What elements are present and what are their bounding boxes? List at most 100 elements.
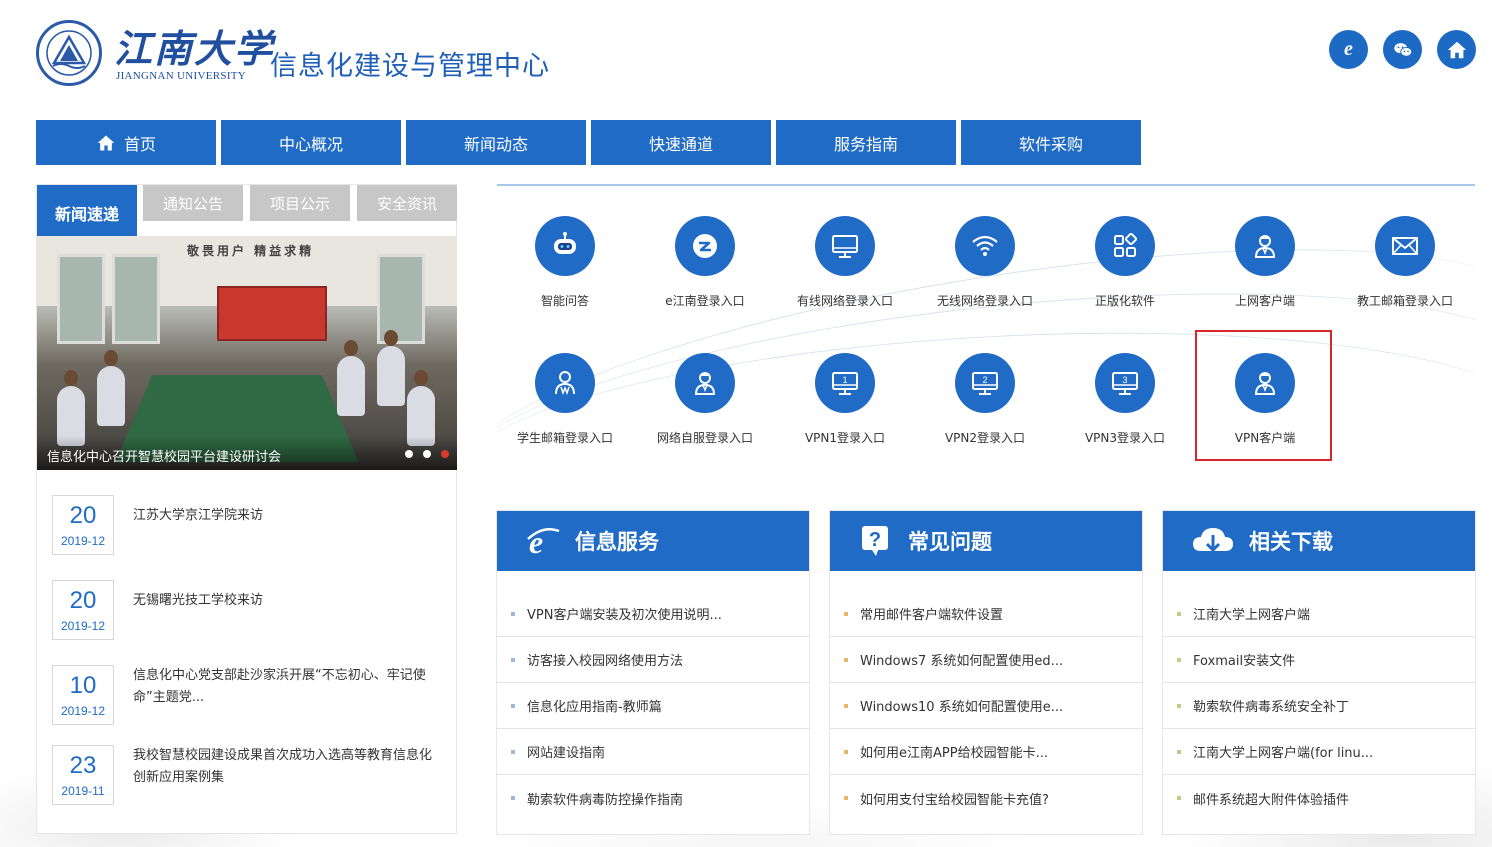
news-title[interactable]: 信息化中心党支部赴沙家浜开展“不忘初心、牢记使命”主题党... bbox=[133, 665, 433, 709]
list-item[interactable]: 常用邮件客户端软件设置 bbox=[830, 591, 1142, 637]
service-label: 网络自服登录入口 bbox=[656, 431, 753, 445]
date-year-month: 2019-12 bbox=[60, 534, 106, 548]
service-vpn3-login[interactable]: 3 VPN3登录入口 bbox=[1055, 353, 1195, 463]
service-e-jiangnan-login[interactable]: e江南登录入口 bbox=[635, 216, 775, 326]
mail-icon bbox=[1375, 216, 1435, 276]
service-label: 上网客户端 bbox=[1234, 294, 1295, 308]
monitor-icon bbox=[815, 216, 875, 276]
list-item[interactable]: 20 2019-12 无锡曙光技工学校来访 bbox=[52, 580, 447, 665]
list-item[interactable]: 江南大学上网客户端(for linu... bbox=[1163, 729, 1475, 775]
slide-dot-active[interactable] bbox=[441, 450, 449, 458]
news-title[interactable]: 无锡曙光技工学校来访 bbox=[133, 590, 433, 612]
slide-dot[interactable] bbox=[405, 450, 413, 458]
card-header[interactable]: 相关下载 bbox=[1163, 511, 1475, 571]
service-label: 正版化软件 bbox=[1094, 294, 1155, 308]
bullet bbox=[844, 703, 848, 708]
main-nav: 首页 中心概况 新闻动态 快速通道 服务指南 软件采购 bbox=[36, 120, 1141, 165]
list-item[interactable]: 网站建设指南 bbox=[497, 729, 809, 775]
list-item[interactable]: Windows7 系统如何配置使用ed... bbox=[830, 637, 1142, 683]
list-item[interactable]: 10 2019-12 信息化中心党支部赴沙家浜开展“不忘初心、牢记使命”主题党.… bbox=[52, 665, 447, 750]
list-item[interactable]: 访客接入校园网络使用方法 bbox=[497, 637, 809, 683]
monitor-3-icon: 3 bbox=[1095, 353, 1155, 413]
service-internet-client[interactable]: 上网客户端 bbox=[1195, 216, 1335, 326]
bullet bbox=[1177, 703, 1181, 708]
nav-item-overview[interactable]: 中心概况 bbox=[221, 120, 401, 165]
bullet bbox=[511, 657, 515, 662]
news-panel: 新闻速递 通知公告 项目公示 安全资讯 敬畏用户 精益求精 信息化中心召开智慧校… bbox=[36, 184, 457, 834]
list-item[interactable]: 勒索软件病毒系统安全补丁 bbox=[1163, 683, 1475, 729]
card-faq: ? 常见问题 常用邮件客户端软件设置 Windows7 系统如何配置使用ed..… bbox=[829, 510, 1143, 835]
list-item[interactable]: 如何用支付宝给校园智能卡充值? bbox=[830, 775, 1142, 821]
list-item[interactable]: 20 2019-12 江苏大学京江学院来访 bbox=[52, 495, 447, 580]
wechat-icon[interactable] bbox=[1383, 30, 1422, 69]
list-item[interactable]: 如何用e江南APP给校园智能卡... bbox=[830, 729, 1142, 775]
list-item-text: 邮件系统超大附件体验插件 bbox=[1193, 792, 1350, 808]
news-tabs: 新闻速递 通知公告 项目公示 安全资讯 bbox=[37, 185, 458, 237]
nav-item-quick-access[interactable]: 快速通道 bbox=[591, 120, 771, 165]
service-licensed-software[interactable]: 正版化软件 bbox=[1055, 216, 1195, 326]
service-wireless-network-login[interactable]: 无线网络登录入口 bbox=[915, 216, 1055, 326]
highlight-box bbox=[1195, 330, 1332, 461]
service-vpn2-login[interactable]: 2 VPN2登录入口 bbox=[915, 353, 1055, 463]
service-smart-qa[interactable]: 智能问答 bbox=[497, 216, 635, 326]
slide-photo bbox=[377, 330, 405, 406]
top-icon-group: e bbox=[1329, 30, 1476, 69]
list-item[interactable]: VPN客户端安装及初次使用说明... bbox=[497, 591, 809, 637]
list-item-text: 信息化应用指南-教师篇 bbox=[527, 700, 662, 715]
card-header[interactable]: ? 常见问题 bbox=[830, 511, 1142, 571]
list-item-text: Foxmail安装文件 bbox=[1193, 654, 1296, 669]
service-self-service-login[interactable]: 网络自服登录入口 bbox=[635, 353, 775, 463]
date-day: 20 bbox=[69, 502, 97, 529]
service-student-mail-login[interactable]: 学生邮箱登录入口 bbox=[497, 353, 635, 463]
home-icon[interactable] bbox=[1437, 30, 1476, 69]
monitor-1-icon: 1 bbox=[815, 353, 875, 413]
nav-label: 快速通道 bbox=[648, 134, 713, 154]
nav-item-home[interactable]: 首页 bbox=[36, 120, 216, 165]
tab-news-express[interactable]: 新闻速递 bbox=[37, 185, 137, 237]
list-item[interactable]: 邮件系统超大附件体验插件 bbox=[1163, 775, 1475, 821]
list-item-text: 江南大学上网客户端(for linu... bbox=[1193, 746, 1374, 761]
card-header[interactable]: e 信息服务 bbox=[497, 511, 809, 571]
wifi-icon bbox=[955, 216, 1015, 276]
date-badge: 10 2019-12 bbox=[52, 665, 114, 725]
nav-item-service-guide[interactable]: 服务指南 bbox=[776, 120, 956, 165]
cloud-download-icon bbox=[1193, 528, 1233, 553]
list-item-text: 常用邮件客户端软件设置 bbox=[860, 608, 1004, 623]
news-slideshow[interactable]: 敬畏用户 精益求精 信息化中心召开智慧校园平台建设研讨会 bbox=[37, 236, 457, 470]
list-item[interactable]: 勒索软件病毒防控操作指南 bbox=[497, 775, 809, 821]
card-downloads: 相关下载 江南大学上网客户端 Foxmail安装文件 勒索软件病毒系统安全补丁 … bbox=[1162, 510, 1476, 835]
date-day: 10 bbox=[69, 672, 97, 699]
slide-dots bbox=[405, 450, 449, 458]
tab-project-publicity[interactable]: 项目公示 bbox=[250, 185, 350, 221]
date-badge: 23 2019-11 bbox=[52, 745, 114, 805]
bullet bbox=[1177, 749, 1181, 754]
nav-label: 首页 bbox=[123, 134, 156, 154]
monitor-2-icon: 2 bbox=[955, 353, 1015, 413]
robot-icon bbox=[535, 216, 595, 276]
news-title[interactable]: 江苏大学京江学院来访 bbox=[133, 505, 433, 527]
list-item-text: Windows10 系统如何配置使用e... bbox=[860, 700, 1064, 715]
list-item-text: VPN客户端安装及初次使用说明... bbox=[527, 608, 722, 623]
slide-photo bbox=[57, 254, 105, 344]
slide-caption[interactable]: 信息化中心召开智慧校园平台建设研讨会 bbox=[37, 436, 457, 470]
service-vpn1-login[interactable]: 1 VPN1登录入口 bbox=[775, 353, 915, 463]
service-staff-mail-login[interactable]: 教工邮箱登录入口 bbox=[1335, 216, 1475, 326]
university-seal-logo[interactable] bbox=[36, 20, 102, 86]
list-item[interactable]: Foxmail安装文件 bbox=[1163, 637, 1475, 683]
card-title: 信息服务 bbox=[575, 530, 659, 554]
slide-dot[interactable] bbox=[423, 450, 431, 458]
news-title[interactable]: 我校智慧校园建设成果首次成功入选高等教育信息化创新应用案例集 bbox=[133, 745, 433, 789]
list-item[interactable]: Windows10 系统如何配置使用e... bbox=[830, 683, 1142, 729]
tab-security-news[interactable]: 安全资讯 bbox=[357, 185, 457, 221]
service-wired-network-login[interactable]: 有线网络登录入口 bbox=[775, 216, 915, 326]
list-item[interactable]: 信息化应用指南-教师篇 bbox=[497, 683, 809, 729]
tab-notices[interactable]: 通知公告 bbox=[143, 185, 243, 221]
bullet bbox=[511, 796, 515, 800]
list-item[interactable]: 江南大学上网客户端 bbox=[1163, 591, 1475, 637]
site-header: 江南大学 JIANGNAN UNIVERSITY 信息化建设与管理中心 e bbox=[0, 0, 1492, 110]
nav-item-news[interactable]: 新闻动态 bbox=[406, 120, 586, 165]
apps-icon bbox=[1095, 216, 1155, 276]
list-item[interactable]: 23 2019-11 我校智慧校园建设成果首次成功入选高等教育信息化创新应用案例… bbox=[52, 745, 447, 830]
e-icon[interactable]: e bbox=[1329, 30, 1368, 69]
nav-item-software-purchase[interactable]: 软件采购 bbox=[961, 120, 1141, 165]
